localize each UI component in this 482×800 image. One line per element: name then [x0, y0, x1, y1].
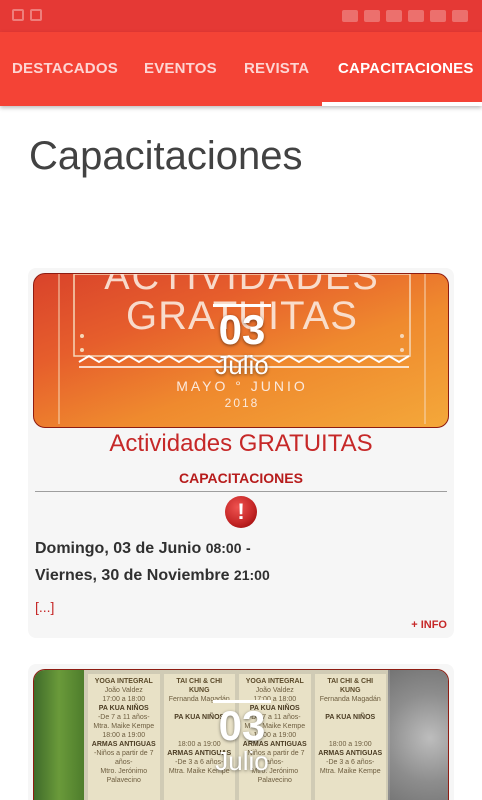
schedule-teachers: João Valdez — [104, 687, 143, 694]
page-title: Capacitaciones — [29, 134, 303, 178]
schedule-headers: TAI CHI & CHI KUNG — [327, 678, 374, 694]
start-time: 08:00 — [205, 540, 242, 556]
event-card[interactable]: ACTIVIDADES GRATUITAS MAYO ° JUNIO 2018 … — [28, 268, 454, 638]
end-date: Viernes, 30 de Noviembre — [35, 567, 230, 584]
schedule-headers: YOGA INTEGRAL — [94, 678, 153, 685]
tab-bar: DESTACADOS EVENTOS REVISTA CAPACITACIONE… — [0, 32, 482, 106]
banner-year: 2018 — [224, 396, 260, 410]
tab-capacitaciones[interactable]: CAPACITACIONES — [338, 32, 474, 106]
divider — [35, 491, 447, 492]
date-overlay: 03 Julio — [34, 700, 448, 776]
event-category[interactable]: CAPACITACIONES — [28, 470, 454, 486]
banner-subtitle: MAYO ° JUNIO — [176, 378, 308, 394]
end-time: 21:00 — [233, 567, 270, 583]
event-excerpt: [...] — [35, 599, 55, 615]
more-info-link[interactable]: + INFO — [411, 619, 447, 631]
notification-icons — [12, 9, 46, 23]
tab-active-indicator — [322, 102, 482, 106]
event-end: Viernes, 30 de Noviembre 21:00 — [35, 567, 270, 585]
event-month: Julio — [215, 746, 269, 776]
event-card[interactable]: YOGA INTEGRAL João Valdez 17:00 a 18:00 PA … — [28, 664, 454, 800]
event-title[interactable]: Actividades GRATUITAS — [28, 430, 454, 458]
event-day: 03 — [218, 306, 266, 353]
event-banner-image[interactable]: ACTIVIDADES GRATUITAS MAYO ° JUNIO 2018 … — [33, 273, 449, 428]
tab-destacados[interactable]: DESTACADOS — [12, 32, 118, 106]
alert-icon: ! — [225, 496, 257, 528]
schedule-headers: YOGA INTEGRAL — [245, 678, 304, 685]
date-separator: - — [245, 540, 251, 556]
system-icons — [342, 10, 468, 22]
schedule-headers: TAI CHI & CHI KUNG — [176, 678, 223, 694]
date-overlay: 03 Julio — [34, 304, 448, 380]
start-date: Domingo, 03 de Junio — [35, 540, 202, 557]
tab-eventos[interactable]: EVENTOS — [144, 32, 217, 106]
event-start: Domingo, 03 de Junio 08:00 - — [35, 540, 251, 558]
schedule-teachers: João Valdez — [255, 687, 294, 694]
tab-revista[interactable]: REVISTA — [244, 32, 309, 106]
status-bar — [0, 0, 482, 32]
event-month: Julio — [215, 350, 269, 380]
event-day: 03 — [218, 702, 266, 749]
event-banner-image[interactable]: YOGA INTEGRAL João Valdez 17:00 a 18:00 PA … — [33, 669, 449, 800]
